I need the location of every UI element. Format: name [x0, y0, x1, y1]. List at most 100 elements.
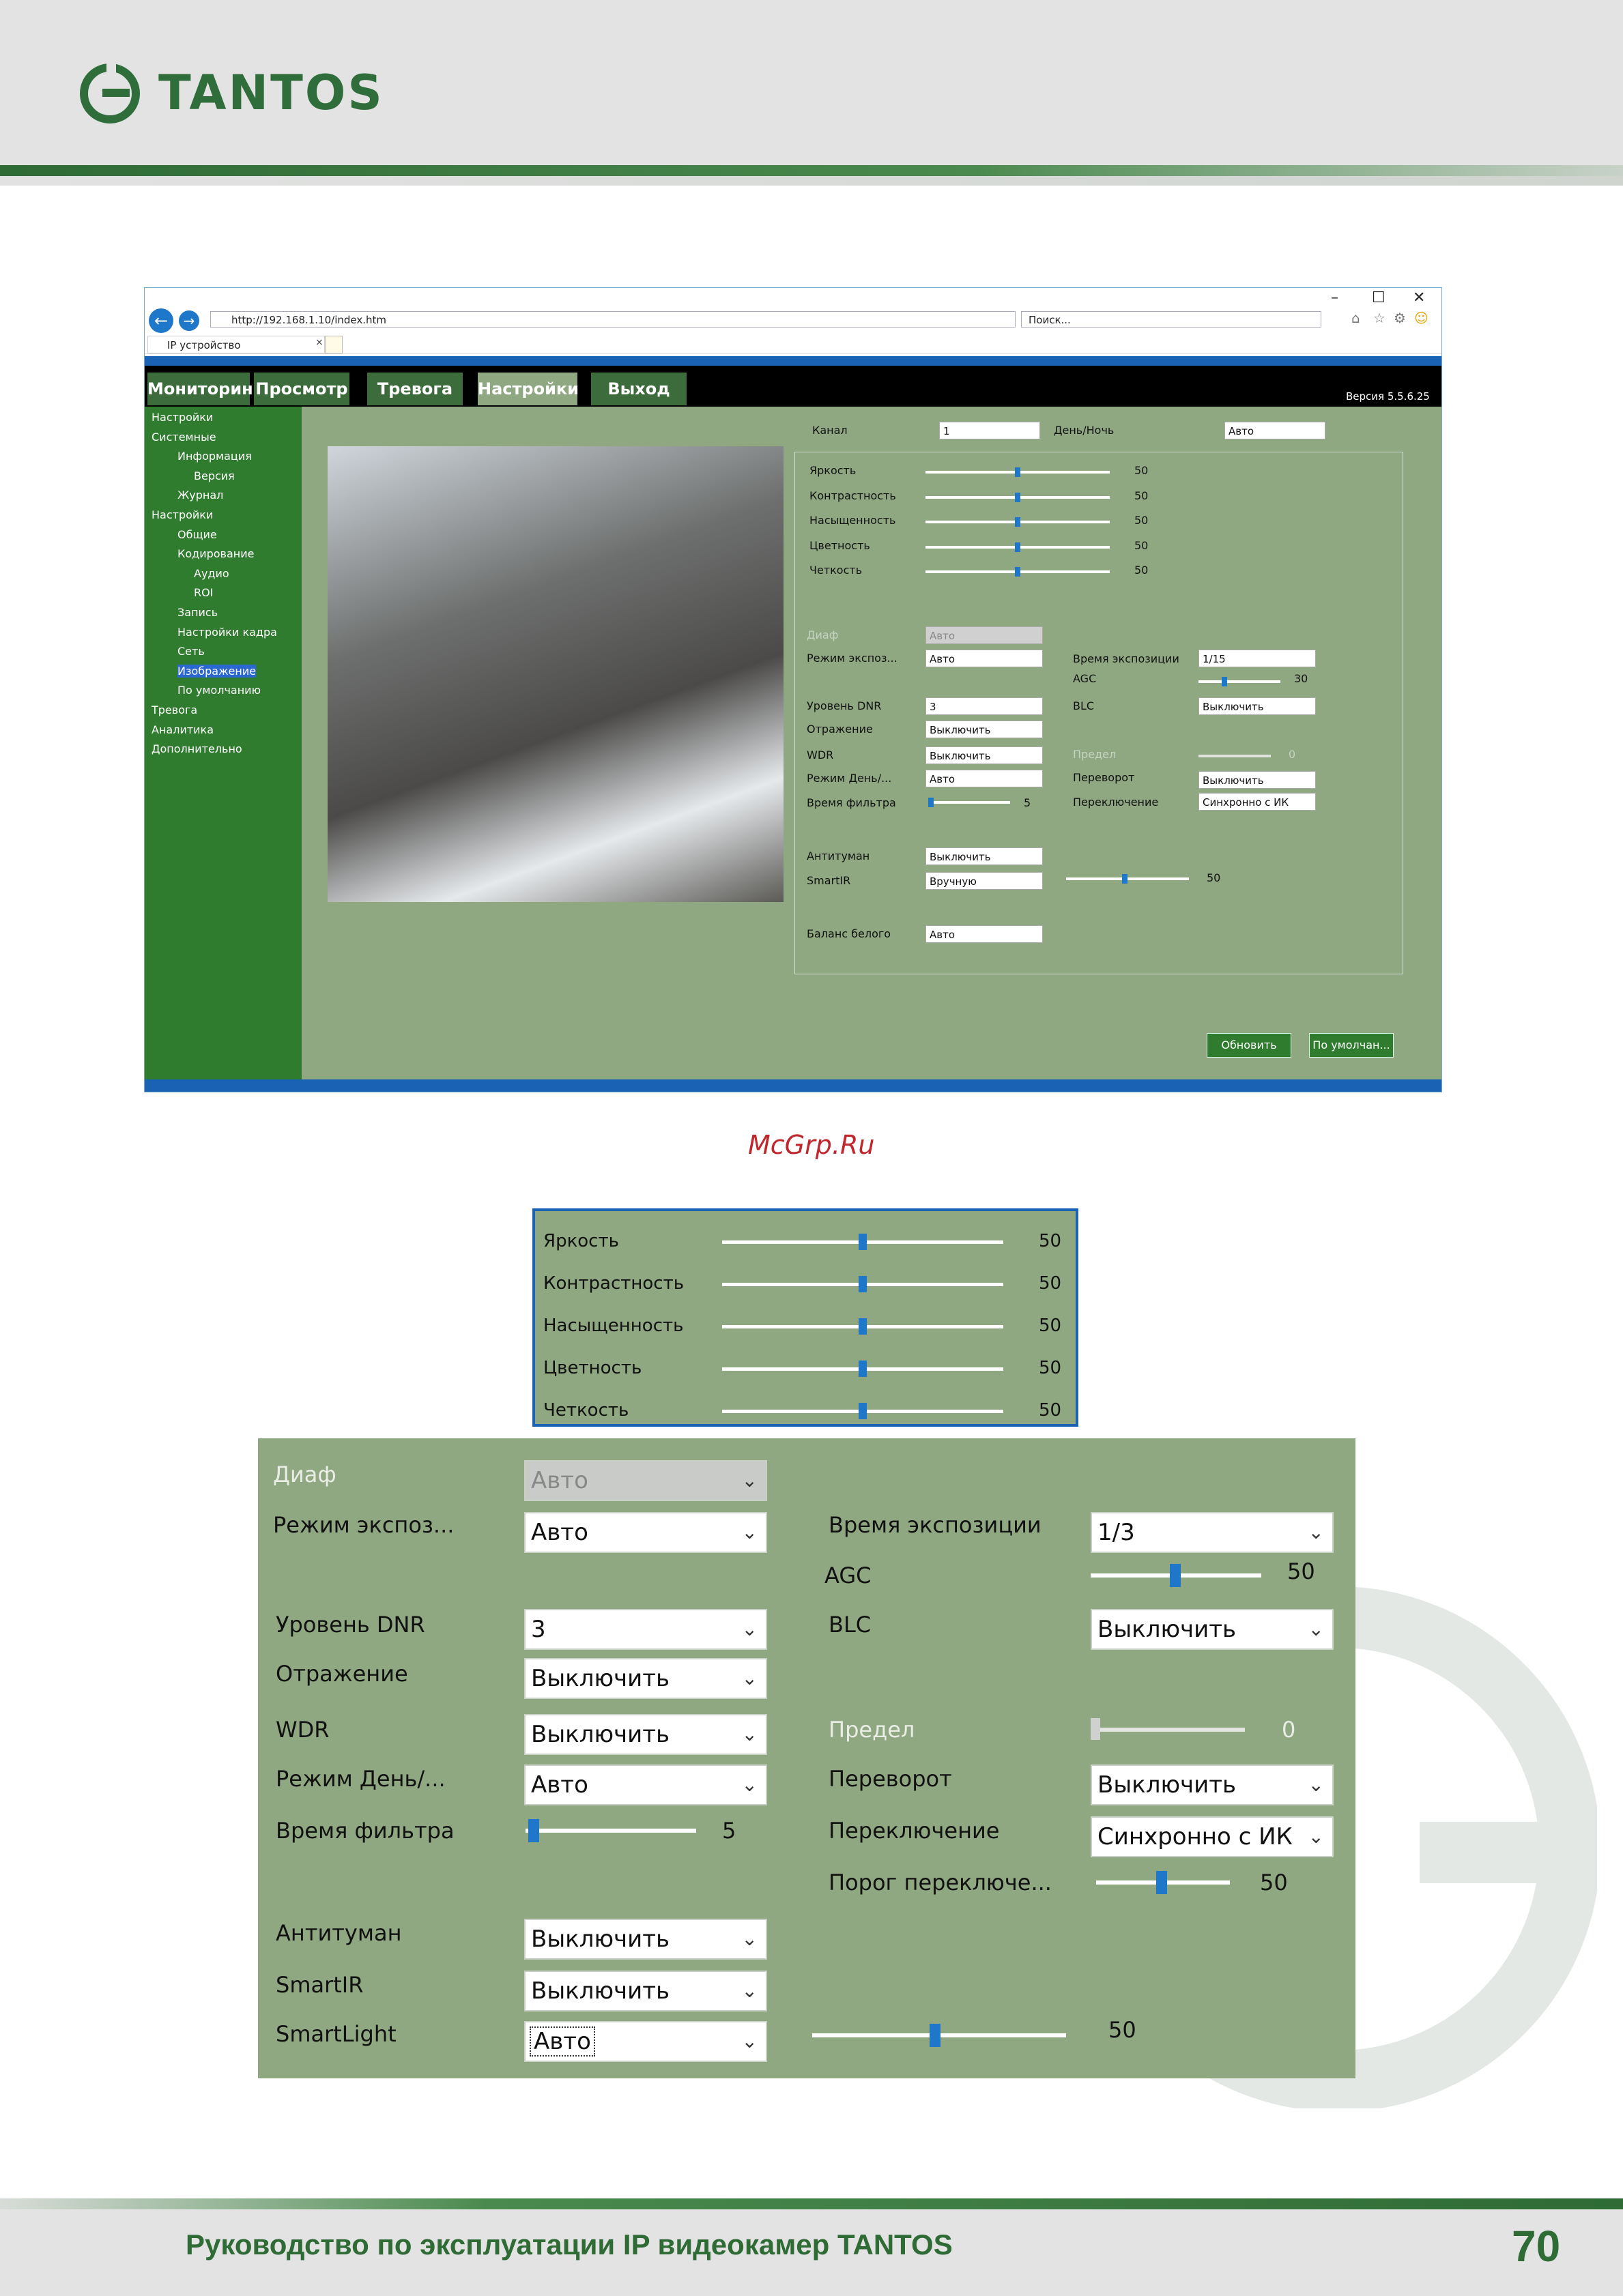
tab-settings[interactable]: Настройки — [478, 373, 579, 405]
slider-knob[interactable] — [1015, 517, 1020, 527]
exp-mode-select[interactable]: Авто ⌄ — [524, 1512, 767, 1553]
favorites-star-icon[interactable]: ☆ — [1373, 310, 1385, 326]
setting-select[interactable]: Авто — [925, 650, 1043, 667]
zoom-slider-knob[interactable] — [859, 1403, 867, 1419]
sidebar-item[interactable]: Сеть — [177, 645, 205, 658]
filter-time-knob[interactable] — [528, 1819, 539, 1842]
tantos-logo-icon — [80, 63, 140, 123]
back-icon[interactable]: ← — [149, 308, 173, 333]
slider-knob[interactable] — [1015, 567, 1020, 577]
sidebar-item[interactable]: Запись — [177, 606, 218, 619]
setting-label: Режим День/... — [807, 772, 892, 785]
sidebar-item[interactable]: Кодирование — [177, 547, 255, 560]
setting-select[interactable]: Вручную — [925, 872, 1043, 890]
tab-alarm[interactable]: Тревога — [367, 373, 463, 405]
setting-label: Отражение — [807, 723, 873, 736]
zoom-slider-knob[interactable] — [859, 1234, 867, 1250]
setting-label: WDR — [807, 749, 834, 761]
sidebar-item[interactable]: Общие — [177, 528, 217, 541]
chevron-down-icon: ⌄ — [741, 1773, 758, 1796]
setting-label: Уровень DNR — [807, 699, 882, 712]
sidebar-item[interactable]: Аналитика — [152, 723, 214, 736]
sidebar-item[interactable]: Системные — [152, 431, 216, 444]
switch-select[interactable]: Синхронно с ИК — [1198, 793, 1316, 811]
sidebar-item[interactable]: Аудио — [194, 567, 229, 580]
daynight-mode-select[interactable]: Авто ⌄ — [524, 1764, 767, 1805]
slider-knob[interactable] — [1015, 542, 1020, 552]
sidebar-item[interactable]: Журнал — [177, 489, 223, 502]
minimize-icon[interactable]: – — [1331, 289, 1338, 306]
blc-select[interactable]: Выключить — [1198, 697, 1316, 715]
switch-zoom-select[interactable]: Синхронно с ИК ⌄ — [1091, 1816, 1334, 1857]
setting-select[interactable]: Выключить — [925, 746, 1043, 764]
channel-select[interactable]: 1 — [939, 422, 1040, 439]
sidebar-item[interactable]: Дополнительно — [152, 742, 242, 755]
setting-select[interactable]: Выключить — [925, 847, 1043, 865]
sidebar-item[interactable]: Тревога — [152, 703, 197, 716]
new-tab-icon[interactable] — [325, 336, 343, 353]
tab-close-icon[interactable]: × — [315, 337, 324, 348]
sidebar-item[interactable]: Настройки — [152, 508, 213, 521]
smartlight-knob[interactable] — [930, 2024, 940, 2047]
zoom-slider-knob[interactable] — [859, 1361, 867, 1377]
flip-zoom-select[interactable]: Выключить ⌄ — [1091, 1764, 1334, 1805]
setting-select[interactable]: Выключить — [925, 721, 1043, 738]
blc-zoom-select[interactable]: Выключить ⌄ — [1091, 1609, 1334, 1650]
refresh-button[interactable]: Обновить — [1207, 1033, 1291, 1058]
sidebar-item[interactable]: Версия — [194, 469, 235, 482]
smartir-slider-knob[interactable] — [1122, 874, 1128, 884]
setting-slider[interactable] — [928, 801, 1010, 804]
agc-slider-knob[interactable] — [1222, 677, 1227, 686]
agc-slider[interactable] — [1198, 680, 1280, 683]
zoom-slider-knob[interactable] — [859, 1318, 867, 1335]
slider-value: 50 — [1134, 514, 1149, 527]
smartir-slider[interactable] — [1066, 877, 1189, 880]
sidebar-item[interactable]: Настройки кадра — [177, 626, 277, 639]
default-button[interactable]: По умолчан... — [1309, 1033, 1394, 1058]
slider-knob[interactable] — [1015, 467, 1020, 477]
maximize-icon[interactable]: ☐ — [1372, 289, 1385, 306]
agc-zoom-knob[interactable] — [1170, 1564, 1181, 1587]
home-icon[interactable]: ⌂ — [1351, 310, 1360, 326]
switch-zoom-label: Переключение — [829, 1818, 1000, 1844]
close-icon[interactable]: ✕ — [1413, 289, 1425, 306]
smiley-icon[interactable]: ☺ — [1414, 310, 1428, 326]
tab-view[interactable]: Просмотр — [254, 373, 349, 405]
forward-icon[interactable]: → — [179, 310, 199, 331]
slider-value: 50 — [1134, 489, 1149, 502]
setting-slider-knob[interactable] — [928, 798, 934, 807]
gear-icon[interactable]: ⚙ — [1394, 310, 1406, 326]
zoom-slider-knob[interactable] — [859, 1276, 867, 1292]
dnr-select[interactable]: 3 ⌄ — [524, 1609, 767, 1650]
defog-select[interactable]: Выключить ⌄ — [524, 1919, 767, 1960]
sidebar-item[interactable]: Изображение — [177, 664, 257, 678]
limit-zoom-slider — [1091, 1728, 1245, 1732]
setting-select[interactable]: 3 — [925, 697, 1043, 715]
tab-exit[interactable]: Выход — [591, 373, 687, 405]
mirror-select[interactable]: Выключить ⌄ — [524, 1658, 767, 1699]
setting-select[interactable]: Авто — [925, 925, 1043, 943]
exp-time-select[interactable]: 1/3 ⌄ — [1091, 1512, 1334, 1553]
browser-tab[interactable]: IP устройство — [147, 336, 325, 353]
filter-time-slider[interactable] — [526, 1829, 696, 1833]
sidebar-item[interactable]: Информация — [177, 450, 252, 463]
exposure-time-select[interactable]: 1/15 — [1198, 650, 1316, 667]
smartir-select[interactable]: Выключить ⌄ — [524, 1971, 767, 2011]
daynight-select[interactable]: Авто — [1224, 422, 1325, 439]
search-input[interactable]: Поиск... — [1021, 311, 1321, 328]
address-bar[interactable]: http://192.168.1.10/index.htm — [210, 311, 1016, 328]
sidebar-item[interactable]: По умолчанию — [177, 684, 261, 697]
sidebar-item[interactable]: ROI — [194, 586, 213, 599]
slider-knob[interactable] — [1015, 492, 1020, 502]
wdr-select[interactable]: Выключить ⌄ — [524, 1714, 767, 1755]
filter-time-value: 5 — [722, 1818, 736, 1844]
tab-monitoring[interactable]: Мониторинг — [147, 373, 261, 405]
setting-select[interactable]: Авто — [925, 770, 1043, 787]
flip-select[interactable]: Выключить — [1198, 771, 1316, 789]
wdr-label: WDR — [276, 1717, 330, 1743]
logo-text: TANTOS — [158, 65, 384, 121]
sidebar-item[interactable]: Настройки — [152, 411, 213, 424]
threshold-knob[interactable] — [1156, 1871, 1167, 1894]
page-number: 70 — [1512, 2222, 1561, 2271]
smartlight-select[interactable]: Авто ⌄ — [524, 2021, 767, 2062]
